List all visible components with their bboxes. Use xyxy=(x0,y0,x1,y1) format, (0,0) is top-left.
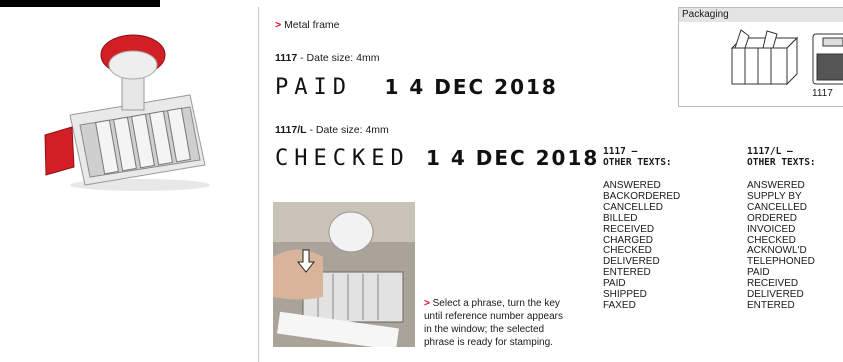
list-item: ENTERED xyxy=(747,299,795,311)
instruction-photo xyxy=(273,202,415,347)
list-item: RECEIVED xyxy=(603,223,655,235)
instructions-text: Select a phrase, turn the key until refe… xyxy=(424,298,563,348)
bullet-arrow: > xyxy=(424,298,430,309)
packaging-code: 1117 xyxy=(812,88,833,99)
col2-heading-line1: 1117/L – xyxy=(747,146,793,157)
model1-line: 1117 - Date size: 4mm xyxy=(275,52,379,64)
col1-heading: 1117 – OTHER TEXTS: xyxy=(603,146,672,168)
col2-heading: 1117/L – OTHER TEXTS: xyxy=(747,146,816,168)
col1-heading-line2: OTHER TEXTS: xyxy=(603,157,672,168)
col1-heading-line1: 1117 – xyxy=(603,146,638,157)
model2-desc: - Date size: 4mm xyxy=(306,124,389,136)
col1-list: ANSWERED BACKORDERED CANCELLED BILLED RE… xyxy=(603,180,680,312)
model2-stamp-word: CHECKED xyxy=(275,146,410,171)
list-item: INVOICED xyxy=(747,223,796,235)
model1-code: 1117 xyxy=(275,52,298,64)
model1-stamp-sample: PAID 1 4 DEC 2018 xyxy=(275,75,558,100)
model2-stamp-sample: CHECKED 1 4 DEC 2018 xyxy=(275,146,599,171)
feature-line: > Metal frame xyxy=(275,19,340,31)
model1-desc: - Date size: 4mm xyxy=(297,52,380,64)
packaging-panel: Packaging 1117 xyxy=(678,7,843,107)
instructions-text-block: > Select a phrase, turn the key until re… xyxy=(424,297,572,349)
model1-stamp-word: PAID xyxy=(275,75,352,100)
product-image-panel xyxy=(0,7,259,362)
model2-code: 1117/L xyxy=(275,124,307,136)
col2-heading-line2: OTHER TEXTS: xyxy=(747,157,816,168)
list-item: ORDERED xyxy=(747,212,798,224)
list-item: BILLED xyxy=(603,212,638,224)
top-black-bar xyxy=(0,0,160,7)
packaging-box-icon xyxy=(730,29,843,86)
bullet-arrow: > xyxy=(275,19,282,31)
model1-stamp-date: 1 4 DEC 2018 xyxy=(384,75,558,99)
dater-stamp-photo xyxy=(44,34,210,191)
col2-list: ANSWERED SUPPLY BY CANCELLED ORDERED INV… xyxy=(747,180,815,312)
model2-stamp-date: 1 4 DEC 2018 xyxy=(425,146,600,170)
list-item: FAXED xyxy=(603,299,636,311)
packaging-title: Packaging xyxy=(679,8,843,22)
feature-text: Metal frame xyxy=(284,19,340,31)
model2-line: 1117/L - Date size: 4mm xyxy=(275,124,389,136)
